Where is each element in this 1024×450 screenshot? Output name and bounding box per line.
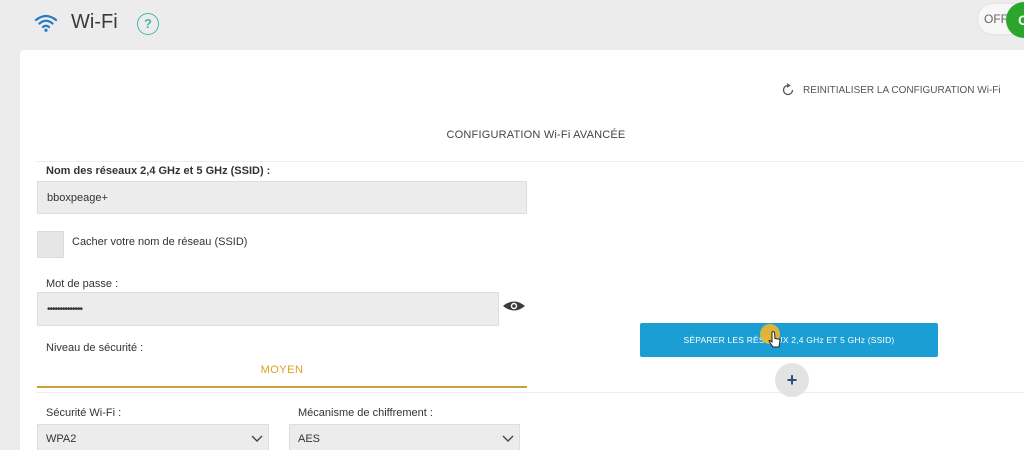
password-label: Mot de passe : (46, 278, 119, 290)
help-icon[interactable]: ? (137, 13, 159, 35)
chevron-down-icon (251, 435, 263, 442)
toggle-off-label: OFF (984, 12, 1008, 26)
reset-config-link[interactable]: REINITIALISER LA CONFIGURATION Wi-Fi (781, 82, 1001, 98)
hide-ssid-label: Cacher votre nom de réseau (SSID) (72, 236, 248, 248)
encryption-value: AES (298, 433, 321, 445)
hide-ssid-checkbox[interactable] (37, 231, 64, 258)
lower-divider (36, 392, 1024, 393)
section-divider (36, 161, 1024, 162)
security-level-label: Niveau de sécurité : (46, 342, 144, 354)
split-networks-button[interactable]: SÉPARER LES RÉSEAUX 2,4 GHz ET 5 GHz (SS… (640, 323, 938, 357)
chevron-down-icon (502, 435, 514, 442)
reset-config-label: REINITIALISER LA CONFIGURATION Wi-Fi (803, 84, 1001, 96)
add-network-button[interactable]: + (775, 363, 809, 397)
encryption-select[interactable]: AES (289, 424, 520, 450)
password-input[interactable]: •••••••••••••• (37, 292, 499, 326)
security-level-bar (37, 386, 527, 388)
config-panel (20, 50, 1024, 450)
security-level-value: MOYEN (260, 364, 304, 376)
cursor-icon (768, 331, 781, 348)
section-title: CONFIGURATION Wi-Fi AVANCÉE (446, 129, 626, 141)
ssid-input[interactable]: bboxpeage+ (37, 181, 527, 214)
wifi-security-label: Sécurité Wi-Fi : (46, 407, 122, 419)
page-header: Wi-Fi ? (0, 0, 1024, 50)
page-title: Wi-Fi (71, 11, 118, 33)
refresh-icon (782, 83, 794, 96)
ssid-label: Nom des réseaux 2,4 GHz et 5 GHz (SSID) … (46, 165, 271, 177)
wifi-security-value: WPA2 (46, 433, 77, 445)
eye-icon[interactable] (502, 299, 526, 313)
encryption-label: Mécanisme de chiffrement : (298, 407, 433, 419)
wifi-icon (34, 14, 58, 32)
wifi-security-select[interactable]: WPA2 (37, 424, 269, 450)
